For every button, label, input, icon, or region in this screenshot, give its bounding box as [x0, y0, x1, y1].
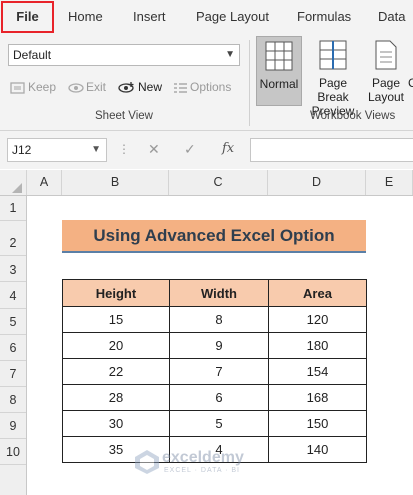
table-row: 28 6 168	[62, 384, 367, 411]
tab-file[interactable]: File	[1, 1, 54, 33]
tab-data[interactable]: Data	[378, 0, 405, 34]
chevron-down-icon: ▼	[91, 144, 101, 155]
sheet-view-group-label: Sheet View	[95, 110, 153, 122]
tab-insert[interactable]: Insert	[133, 0, 166, 34]
watermark-tagline: EXCEL · DATA · BI	[164, 467, 240, 474]
formula-input[interactable]	[250, 138, 413, 162]
row-header-4[interactable]: 4	[0, 282, 26, 309]
new-eye-icon	[118, 81, 134, 93]
table-header-row: Height Width Area	[62, 279, 367, 307]
exit-eye-icon	[68, 83, 84, 93]
row-header-3[interactable]: 3	[0, 256, 26, 282]
exit-button[interactable]: Exit	[68, 78, 106, 96]
page-layout-line1: Page	[371, 76, 401, 90]
keep-button[interactable]: Keep	[10, 78, 56, 96]
group-separator	[249, 40, 250, 126]
options-button[interactable]: Options	[172, 78, 231, 96]
table-row: 22 7 154	[62, 358, 367, 385]
normal-view-button[interactable]: Normal	[256, 36, 302, 106]
row-header-8[interactable]: 8	[0, 387, 26, 413]
table-row: 30 5 150	[62, 410, 367, 437]
new-label: New	[138, 80, 163, 94]
cell-area[interactable]: 168	[268, 384, 367, 411]
cell-height[interactable]: 28	[62, 384, 170, 411]
page-break-line1: Page Break	[317, 76, 349, 104]
normal-view-label: Normal	[259, 77, 299, 91]
options-label: Options	[190, 80, 232, 94]
ribbon-tab-bar: File Home Insert Page Layout Formulas Da…	[0, 0, 413, 34]
column-header-e[interactable]: E	[366, 170, 413, 195]
exceldemy-logo-icon	[135, 450, 159, 474]
row-header-2[interactable]: 2	[0, 221, 26, 256]
name-box[interactable]: J12 ▼	[7, 138, 107, 162]
sheet-view-dropdown[interactable]: Default ▼	[8, 44, 240, 66]
cell-height[interactable]: 22	[62, 358, 170, 385]
column-header-c[interactable]: C	[169, 170, 268, 195]
page-layout-view-button[interactable]: Page Layout	[366, 36, 406, 106]
page-layout-line2: Layout	[367, 90, 405, 104]
cell-height[interactable]: 30	[62, 410, 170, 437]
page-break-preview-icon	[319, 40, 347, 70]
row-header-6[interactable]: 6	[0, 335, 26, 361]
column-header-b[interactable]: B	[62, 170, 169, 195]
row-header-5[interactable]: 5	[0, 309, 26, 335]
cell-area[interactable]: 120	[268, 306, 367, 333]
cell-width[interactable]: 5	[169, 410, 269, 437]
cell-width[interactable]: 9	[169, 332, 269, 359]
row-header-10[interactable]: 10	[0, 439, 26, 465]
data-table: Height Width Area 15 8 120 20 9 180 22 7…	[62, 279, 367, 463]
sheet-view-dropdown-value: Default	[13, 48, 52, 62]
cell-width[interactable]: 7	[169, 358, 269, 385]
page-layout-icon	[375, 40, 397, 70]
column-header-a[interactable]: A	[27, 170, 62, 195]
insert-function-icon[interactable]: fx	[222, 141, 234, 156]
exceldemy-watermark: exceldemy EXCEL · DATA · BI	[134, 447, 284, 477]
cell-area[interactable]: 150	[268, 410, 367, 437]
row-header-9[interactable]: 9	[0, 413, 26, 439]
table-row: 20 9 180	[62, 332, 367, 359]
header-height[interactable]: Height	[62, 279, 170, 307]
cell-width[interactable]: 8	[169, 306, 269, 333]
exit-label: Exit	[86, 80, 107, 94]
cell-width[interactable]: 6	[169, 384, 269, 411]
new-button[interactable]: New	[118, 78, 162, 96]
cell-area[interactable]: 154	[268, 358, 367, 385]
watermark-name: exceldemy	[162, 449, 244, 466]
keep-icon	[10, 82, 25, 94]
workbook-views-group-label: Workbook Views	[310, 110, 396, 122]
cell-area[interactable]: 180	[268, 332, 367, 359]
tab-page-layout[interactable]: Page Layout	[196, 0, 269, 34]
cell-height[interactable]: 20	[62, 332, 170, 359]
options-list-icon	[174, 83, 187, 93]
table-row: 15 8 120	[62, 306, 367, 333]
header-area[interactable]: Area	[268, 279, 367, 307]
cell-height[interactable]: 15	[62, 306, 170, 333]
chevron-down-icon: ▼	[225, 49, 235, 60]
header-width[interactable]: Width	[169, 279, 269, 307]
page-break-preview-button[interactable]: Page Break Preview	[303, 36, 363, 118]
tab-formulas[interactable]: Formulas	[297, 0, 351, 34]
sheet-title-cell[interactable]: Using Advanced Excel Option	[62, 220, 366, 253]
keep-label: Keep	[28, 80, 57, 94]
column-header-d[interactable]: D	[268, 170, 366, 195]
name-box-value: J12	[12, 143, 32, 157]
tab-home[interactable]: Home	[68, 0, 103, 34]
normal-view-icon	[265, 41, 293, 71]
select-all-triangle-icon	[12, 183, 22, 193]
row-header-1[interactable]: 1	[0, 196, 26, 221]
formula-bar-dots-icon: ⋮	[118, 142, 130, 156]
cancel-icon[interactable]: ✕	[148, 141, 160, 158]
enter-check-icon[interactable]: ✓	[184, 141, 196, 158]
row-header-7[interactable]: 7	[0, 361, 26, 387]
custom-views-partial[interactable]: C	[408, 76, 413, 90]
